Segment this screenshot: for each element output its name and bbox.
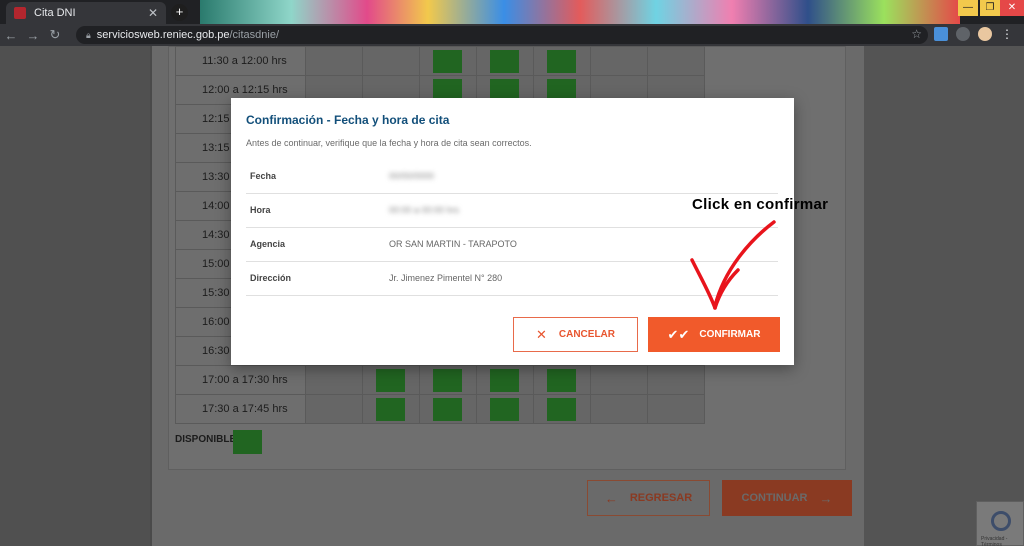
regresar-label: REGRESAR — [629, 492, 693, 504]
available-slot[interactable] — [376, 398, 405, 421]
profile-avatar[interactable] — [978, 27, 992, 41]
available-slot[interactable] — [547, 50, 576, 73]
schedule-slot — [305, 365, 363, 395]
close-window-button[interactable]: ✕ — [1000, 0, 1024, 16]
tab-title: Cita DNI — [34, 7, 76, 19]
available-slot[interactable] — [547, 369, 576, 392]
schedule-slot — [590, 394, 648, 424]
new-tab-button[interactable]: + — [171, 4, 188, 21]
schedule-slot[interactable] — [533, 394, 591, 424]
schedule-slot[interactable] — [476, 394, 534, 424]
available-slot[interactable] — [376, 369, 405, 392]
back-arrow-icon[interactable]: ← — [0, 28, 22, 43]
close-x-icon: ✕ — [535, 326, 547, 342]
arrow-right-icon: → — [819, 490, 833, 506]
continuar-button[interactable]: CONTINUAR → — [722, 480, 852, 516]
red-arrow-annotation-icon — [690, 220, 776, 310]
schedule-row: 11:30 a 12:00 hrs — [175, 46, 705, 76]
url-path: /citasdnie/ — [229, 29, 280, 41]
schedule-row: 17:30 a 17:45 hrs — [175, 394, 705, 424]
confirmar-label: CONFIRMAR — [699, 329, 761, 340]
detail-value: 00/00/0000 — [389, 159, 778, 194]
confirmar-button[interactable]: ✔✔ CONFIRMAR — [648, 317, 780, 352]
modal-subtitle: Antes de continuar, verifique que la fec… — [246, 138, 532, 148]
recaptcha-icon — [991, 511, 1011, 531]
available-slot[interactable] — [547, 398, 576, 421]
browser-tab[interactable]: Cita DNI ✕ — [6, 2, 166, 24]
cancelar-label: CANCELAR — [558, 329, 615, 340]
regresar-button[interactable]: ← REGRESAR — [587, 480, 710, 516]
available-slot[interactable] — [433, 50, 462, 73]
schedule-slot[interactable] — [476, 46, 534, 76]
schedule-slot — [647, 394, 705, 424]
schedule-slot[interactable] — [419, 46, 477, 76]
schedule-slot — [647, 46, 705, 76]
available-slot[interactable] — [490, 398, 519, 421]
schedule-slot — [362, 46, 420, 76]
schedule-time: 17:00 a 17:30 hrs — [175, 365, 306, 395]
disponible-swatch — [233, 430, 262, 454]
tab-close-icon[interactable]: ✕ — [148, 6, 158, 20]
background-left — [0, 46, 150, 546]
schedule-slot — [590, 46, 648, 76]
schedule-time: 11:30 a 12:00 hrs — [175, 46, 306, 76]
detail-row-fecha: Fecha 00/00/0000 — [246, 159, 778, 194]
reload-icon[interactable]: ↻ — [44, 27, 66, 43]
modal-title: Confirmación - Fecha y hora de cita — [246, 113, 450, 127]
lock-icon[interactable]: 🔒︎ — [86, 30, 91, 41]
schedule-slot — [305, 394, 363, 424]
available-slot[interactable] — [433, 398, 462, 421]
browser-tab-bar: Cita DNI ✕ + — ❐ ✕ — [0, 0, 1024, 24]
puzzle-extensions-icon[interactable] — [956, 27, 970, 41]
kebab-menu-icon[interactable]: ⋮ — [1000, 27, 1014, 41]
schedule-slot[interactable] — [362, 394, 420, 424]
continuar-label: CONTINUAR — [741, 492, 808, 504]
minimize-button[interactable]: — — [958, 0, 978, 16]
detail-label: Dirección — [246, 261, 389, 296]
available-slot[interactable] — [490, 50, 519, 73]
schedule-slot — [647, 365, 705, 395]
schedule-slot[interactable] — [476, 365, 534, 395]
maximize-button[interactable]: ❐ — [980, 0, 1000, 16]
forward-arrow-icon[interactable]: → — [22, 28, 44, 43]
available-slot[interactable] — [490, 369, 519, 392]
detail-label: Agencia — [246, 227, 389, 262]
browser-toolbar: ← → ↻ 🔒︎ serviciosweb.reniec.gob.pe /cit… — [0, 24, 1024, 46]
available-slot[interactable] — [433, 369, 462, 392]
schedule-slot[interactable] — [533, 46, 591, 76]
detail-label: Fecha — [246, 159, 389, 194]
reniec-favicon-icon — [14, 7, 26, 19]
extensions-area: ⋮ — [934, 27, 1014, 41]
disponible-label: DISPONIBLE: — [175, 434, 240, 445]
schedule-slot[interactable] — [533, 365, 591, 395]
background-right — [854, 46, 1024, 546]
schedule-slot[interactable] — [419, 365, 477, 395]
fecha-value-blurred: 00/00/0000 — [389, 170, 435, 181]
recaptcha-text: Privacidad - Términos — [981, 536, 1008, 546]
detail-label: Hora — [246, 193, 389, 228]
double-check-icon: ✔✔ — [667, 326, 690, 342]
address-bar[interactable]: 🔒︎ serviciosweb.reniec.gob.pe /citasdnie… — [76, 26, 928, 44]
schedule-row: 17:00 a 17:30 hrs — [175, 365, 705, 395]
extension-icon[interactable] — [934, 27, 948, 41]
hora-value-blurred: 00:00 a 00:00 hrs — [389, 205, 460, 215]
schedule-time: 17:30 a 17:45 hrs — [175, 394, 306, 424]
schedule-slot[interactable] — [419, 394, 477, 424]
bookmark-star-icon[interactable]: ☆ — [911, 27, 922, 41]
recaptcha-badge[interactable]: Privacidad - Términos — [976, 501, 1024, 546]
schedule-slot — [590, 365, 648, 395]
url-host: serviciosweb.reniec.gob.pe — [96, 29, 230, 41]
schedule-slot[interactable] — [362, 365, 420, 395]
cancelar-button[interactable]: ✕ CANCELAR — [513, 317, 638, 352]
schedule-slot — [305, 46, 363, 76]
tab-bar-decoration — [200, 0, 960, 24]
arrow-left-icon: ← — [604, 490, 618, 506]
